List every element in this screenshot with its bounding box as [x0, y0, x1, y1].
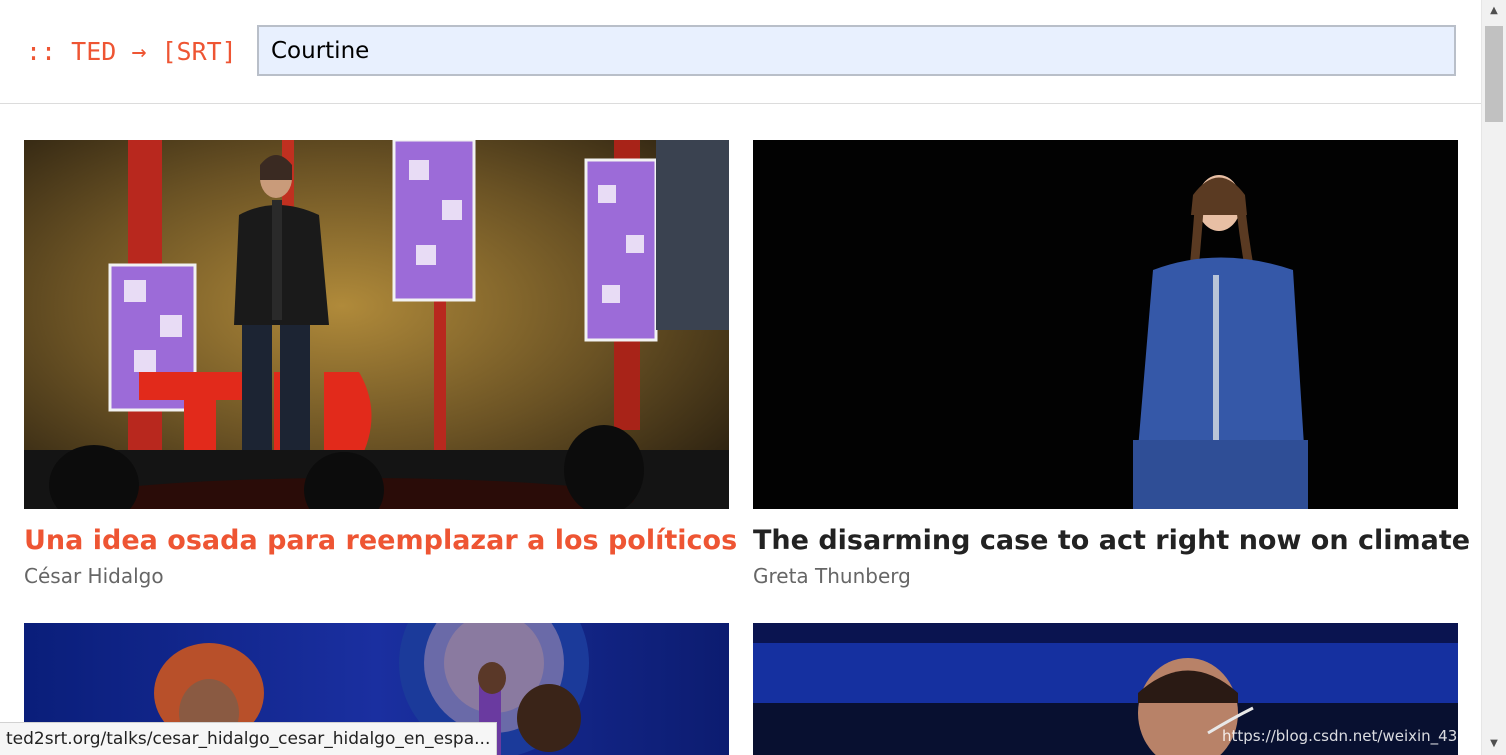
- scrollbar-thumb[interactable]: [1485, 26, 1503, 122]
- talk-card[interactable]: The disarming case to act right now on c…: [753, 140, 1470, 590]
- talk-thumbnail[interactable]: [753, 140, 1458, 509]
- talk-card[interactable]: Una idea osada para reemplazar a los pol…: [24, 140, 737, 590]
- search-input[interactable]: [257, 25, 1456, 76]
- status-bar-url: ted2srt.org/talks/cesar_hidalgo_cesar_hi…: [0, 722, 498, 755]
- page-viewport: :: TED → [SRT] Courtine Una idea osada p…: [0, 0, 1481, 755]
- talk-speaker: Greta Thunberg: [753, 564, 911, 588]
- site-logo[interactable]: :: TED → [SRT]: [26, 34, 237, 70]
- talk-title[interactable]: Una idea osada para reemplazar a los pol…: [24, 521, 737, 561]
- talk-thumbnail[interactable]: [24, 140, 729, 509]
- talk-speaker: César Hidalgo: [24, 564, 164, 588]
- vertical-scrollbar[interactable]: ▲ ▼: [1481, 0, 1506, 755]
- talk-title[interactable]: The disarming case to act right now on c…: [753, 521, 1470, 561]
- scroll-down-icon[interactable]: ▼: [1482, 733, 1506, 755]
- site-header: :: TED → [SRT]: [0, 0, 1481, 104]
- watermark-text: https://blog.csdn.net/weixin_43487953: [1222, 727, 1478, 745]
- scroll-up-icon[interactable]: ▲: [1482, 0, 1506, 22]
